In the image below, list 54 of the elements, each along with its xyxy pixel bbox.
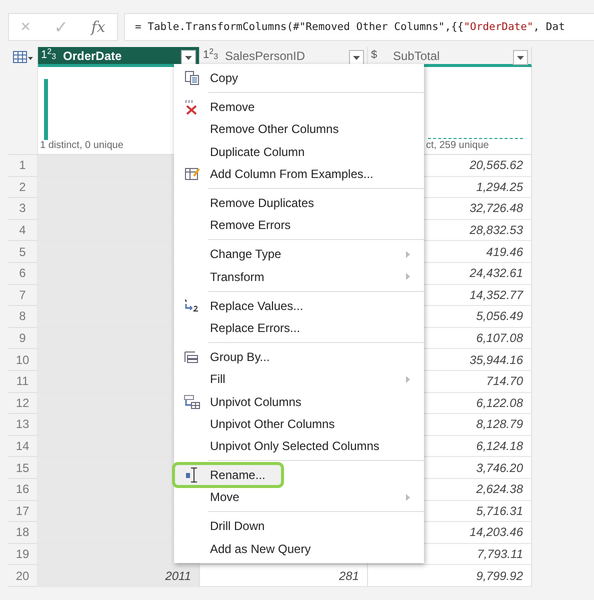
row-number: 6	[8, 262, 38, 285]
row-number: 20	[8, 565, 38, 587]
submenu-arrow-icon	[406, 273, 410, 280]
table-cell: 9,799.92	[368, 565, 532, 587]
table-icon	[12, 51, 32, 63]
row-number: 1	[8, 155, 38, 177]
dropdown-button[interactable]	[349, 50, 364, 65]
menu-item[interactable]: Remove	[174, 96, 424, 118]
row-number: 5	[8, 241, 38, 263]
row-number: 18	[8, 522, 38, 544]
column-profile-text: 1 distinct, 0 unique	[40, 140, 124, 151]
row-number: 12	[8, 392, 38, 414]
table-cell: 281	[200, 565, 368, 587]
rename-icon	[185, 467, 199, 484]
row-number: 11	[8, 370, 38, 393]
submenu-arrow-icon	[406, 376, 410, 383]
replace-values-icon	[183, 298, 201, 314]
copy-icon	[184, 70, 200, 86]
caret-icon	[185, 56, 192, 60]
dropdown-button[interactable]	[181, 50, 196, 65]
unpivot-icon	[183, 394, 201, 410]
fx-button[interactable]: fx	[91, 18, 106, 36]
table-cell: 2011	[38, 565, 200, 587]
column-name: SalesPersonID	[225, 49, 306, 63]
row-number: 19	[8, 544, 38, 566]
row-number: 17	[8, 500, 38, 522]
row-number: 2	[8, 176, 38, 198]
row-number: 8	[8, 306, 38, 328]
formula-field[interactable]: = Table.TransformColumns(#"Removed Other Columns",{{"OrderDate", Dat	[124, 13, 594, 41]
distribution-bar	[44, 79, 48, 140]
menu-item[interactable]: Remove Other Columns	[174, 118, 424, 141]
column-examples-icon	[184, 166, 200, 182]
column-name: OrderDate	[63, 49, 123, 63]
row-number: 4	[8, 220, 38, 242]
menu-item[interactable]: Rename...	[174, 464, 282, 486]
row-number: 3	[8, 198, 38, 220]
dropdown-button[interactable]	[513, 50, 528, 65]
column-header[interactable]: $ SubTotal	[368, 47, 532, 67]
column-name: SubTotal	[393, 49, 441, 63]
row-number: 16	[8, 478, 38, 500]
column-profile-text: ct, 259 unique	[426, 140, 489, 151]
row-number: 14	[8, 436, 38, 458]
row-number: 7	[8, 284, 38, 306]
row-number: 15	[8, 457, 38, 479]
caret-icon	[353, 56, 360, 60]
type-icon: $	[371, 49, 389, 61]
submenu-arrow-icon	[406, 494, 410, 501]
group-by-icon	[184, 350, 200, 364]
caret-icon	[517, 56, 524, 60]
row-number: 13	[8, 414, 38, 436]
row-number: 9	[8, 328, 38, 350]
submenu-arrow-icon	[406, 250, 410, 258]
row-number: 10	[8, 349, 38, 371]
menu-item[interactable]: Copy	[174, 67, 424, 90]
